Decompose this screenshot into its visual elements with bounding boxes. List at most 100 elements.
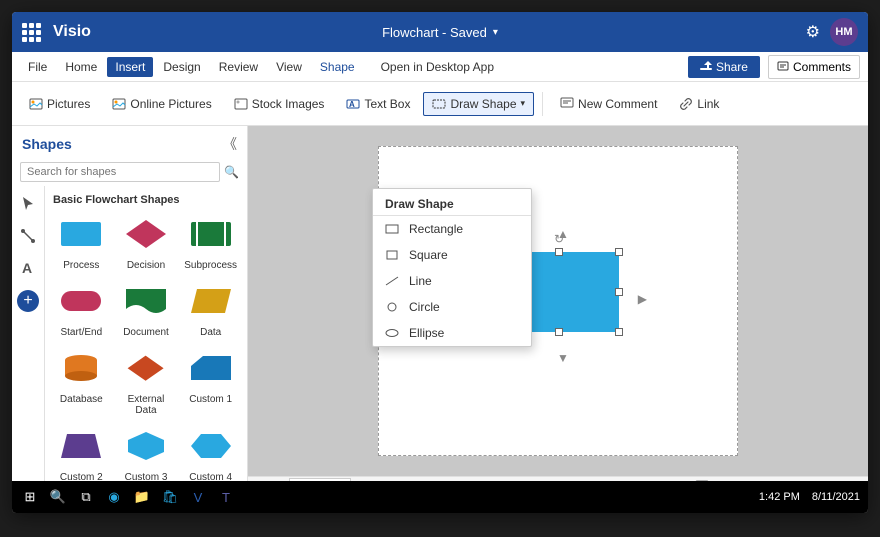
nav-next-button[interactable]: ›	[279, 480, 283, 481]
arrow-down-handle[interactable]: ▼	[557, 351, 569, 365]
shape-thumb-startend	[55, 279, 107, 323]
shape-subprocess[interactable]: Subprocess	[182, 212, 239, 271]
app-window: Visio Flowchart - Saved ▾ ⚙ HM File Home…	[12, 12, 868, 513]
share-button[interactable]: Share	[688, 56, 760, 78]
shape-label-data: Data	[200, 327, 221, 338]
title-bar: Visio Flowchart - Saved ▾ ⚙ HM	[12, 12, 868, 52]
menu-insert[interactable]: Insert	[107, 57, 153, 77]
shape-thumb-custom2	[55, 424, 107, 468]
handle-tc[interactable]	[555, 248, 563, 256]
shape-label-decision: Decision	[127, 260, 165, 271]
shape-custom4[interactable]: Custom 4	[182, 424, 239, 481]
search-taskbar[interactable]: 🔍	[48, 487, 68, 507]
shape-thumb-decision	[120, 212, 172, 256]
folder-icon[interactable]: 📁	[132, 487, 152, 507]
nav-list-button[interactable]: ≡	[256, 480, 263, 481]
text-box-button[interactable]: A Text Box	[337, 92, 419, 116]
visio-taskbar-icon[interactable]: V	[188, 487, 208, 507]
date: 8/11/2021	[812, 491, 860, 503]
task-view[interactable]: ⧉	[76, 487, 96, 507]
shape-custom3[interactable]: Custom 3	[118, 424, 175, 481]
page-tab[interactable]: Page-1	[289, 478, 350, 481]
ellipse-icon	[385, 326, 399, 340]
menu-home[interactable]: Home	[57, 57, 105, 77]
store-icon[interactable]: 🛍	[160, 487, 180, 507]
zoom-controls: − + 33% Give Feedback to Microsoft	[555, 479, 860, 481]
add-page-button[interactable]: ⊕	[357, 477, 370, 481]
dropdown-ellipse[interactable]: Ellipse	[373, 320, 531, 346]
search-input[interactable]	[20, 162, 220, 182]
draw-shape-caret[interactable]: ▾	[521, 98, 526, 109]
canvas-area: ▲ ▼ ◀ ▶ ↻	[248, 126, 868, 481]
dropdown-rectangle[interactable]: Rectangle	[373, 216, 531, 242]
shape-database[interactable]: Database	[53, 346, 110, 416]
online-pictures-button[interactable]: Online Pictures	[103, 92, 220, 116]
draw-shape-dropdown: Draw Shape Rectangle Square Line	[372, 188, 532, 347]
shape-thumb-external-data	[120, 346, 172, 390]
line-icon	[385, 274, 399, 288]
shape-decision[interactable]: Decision	[118, 212, 175, 271]
dropdown-circle[interactable]: Circle	[373, 294, 531, 320]
shape-thumb-custom3	[120, 424, 172, 468]
sidebar-collapse-button[interactable]: 《	[223, 134, 237, 154]
open-desktop-btn[interactable]: Open in Desktop App	[373, 57, 502, 77]
doc-title: Flowchart - Saved ▾	[382, 25, 498, 40]
shape-document[interactable]: Document	[118, 279, 175, 338]
pointer-tool[interactable]	[14, 190, 42, 218]
shape-custom1[interactable]: Custom 1	[182, 346, 239, 416]
clock: 1:42 PM	[759, 491, 800, 503]
search-icon: 🔍	[224, 165, 239, 179]
toolbar: Pictures Online Pictures Stock Images A …	[12, 82, 868, 126]
menu-shape[interactable]: Shape	[312, 57, 363, 77]
shape-thumb-process	[55, 212, 107, 256]
shape-data[interactable]: Data	[182, 279, 239, 338]
handle-br[interactable]	[615, 328, 623, 336]
zoom-fit-icon[interactable]	[694, 479, 710, 481]
menu-view[interactable]: View	[268, 57, 310, 77]
arrow-right-handle[interactable]: ▶	[638, 292, 647, 306]
canvas-inner[interactable]: ▲ ▼ ◀ ▶ ↻	[248, 126, 868, 476]
teams-icon[interactable]: T	[216, 487, 236, 507]
shape-custom2[interactable]: Custom 2	[53, 424, 110, 481]
shape-label-custom1: Custom 1	[189, 394, 232, 405]
stock-images-button[interactable]: Stock Images	[225, 92, 334, 116]
shape-label-custom4: Custom 4	[189, 472, 232, 481]
shape-label-external-data: External Data	[118, 394, 175, 416]
pictures-button[interactable]: Pictures	[20, 92, 99, 116]
menu-file[interactable]: File	[20, 57, 55, 77]
gallery-section-title: Basic Flowchart Shapes	[53, 190, 239, 212]
dropdown-square[interactable]: Square	[373, 242, 531, 268]
connector-tool[interactable]	[14, 222, 42, 250]
start-button[interactable]: ⊞	[20, 487, 40, 507]
shape-thumb-custom1	[185, 346, 237, 390]
comments-button[interactable]: Comments	[768, 55, 860, 79]
link-button[interactable]: Link	[670, 92, 728, 116]
rotate-handle[interactable]: ↻	[554, 232, 564, 246]
edge-icon[interactable]: ◉	[104, 487, 124, 507]
dropdown-title: Draw Shape	[373, 189, 531, 216]
add-shape-button[interactable]: +	[17, 290, 39, 312]
shape-label-document: Document	[123, 327, 169, 338]
shape-startend[interactable]: Start/End	[53, 279, 110, 338]
draw-shape-button[interactable]: Draw Shape ▾	[423, 92, 534, 116]
shape-process[interactable]: Process	[53, 212, 110, 271]
nav-prev-button[interactable]: ‹	[269, 480, 273, 481]
settings-icon[interactable]: ⚙	[806, 22, 820, 42]
user-avatar[interactable]: HM	[830, 18, 858, 46]
menu-review[interactable]: Review	[211, 57, 266, 77]
new-comment-button[interactable]: New Comment	[551, 92, 666, 116]
shape-thumb-document	[120, 279, 172, 323]
handle-tr[interactable]	[615, 248, 623, 256]
app-name: Visio	[53, 23, 91, 41]
waffle-icon[interactable]	[22, 23, 41, 42]
text-tool[interactable]: A	[14, 254, 42, 282]
shape-external-data[interactable]: External Data	[118, 346, 175, 416]
sidebar-header: Shapes 《	[12, 126, 247, 158]
menu-design[interactable]: Design	[155, 57, 208, 77]
dropdown-line[interactable]: Line	[373, 268, 531, 294]
rectangle-icon	[385, 222, 399, 236]
handle-mr[interactable]	[615, 288, 623, 296]
shape-grid: Process Decision	[53, 212, 239, 481]
handle-bc[interactable]	[555, 328, 563, 336]
doc-caret[interactable]: ▾	[493, 27, 498, 38]
